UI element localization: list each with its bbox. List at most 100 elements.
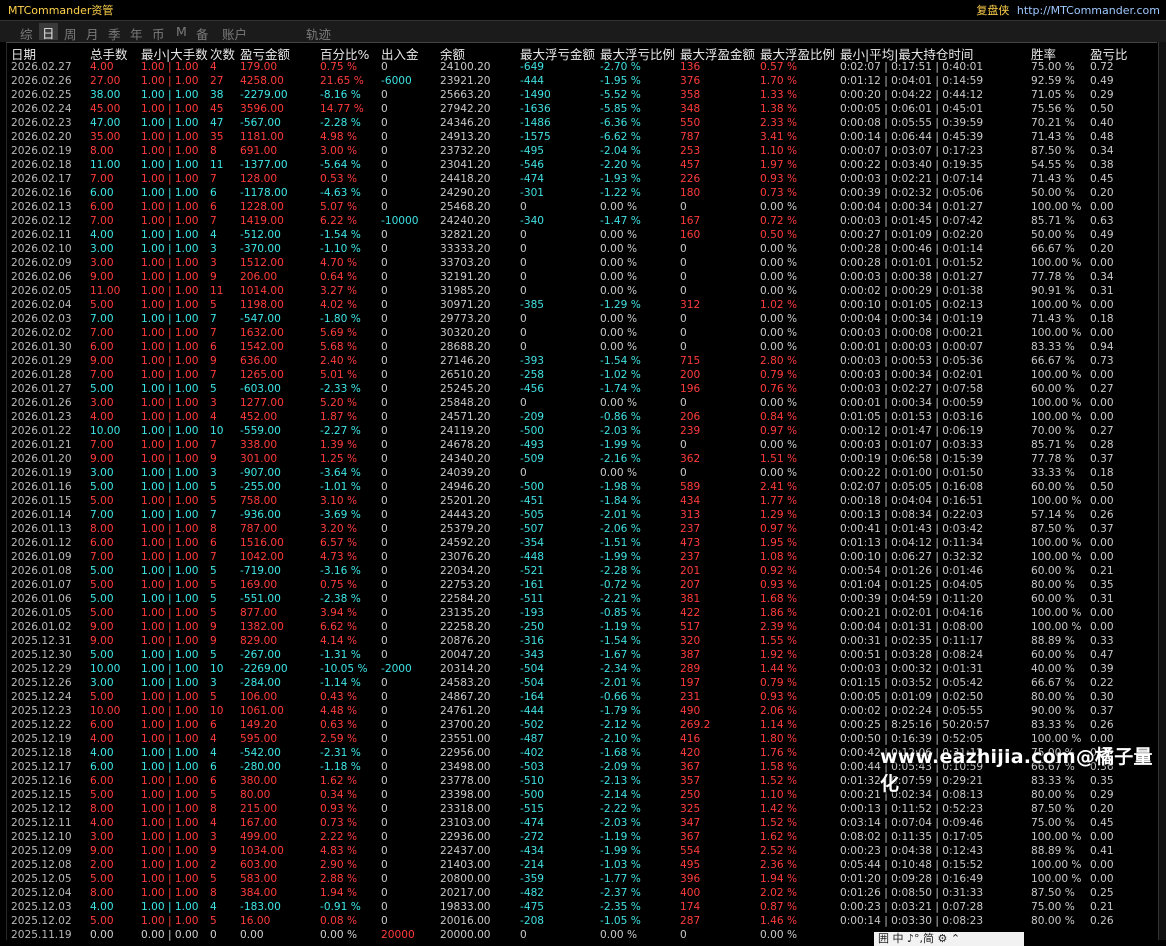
table-row[interactable]: 2026.02.24 45.00 1.00 | 1.00 45 3596.00 14.77… [7, 102, 1158, 116]
table-row[interactable]: 2025.12.26 3.00 1.00 | 1.00 3 -284.00 -1.14 %… [7, 676, 1158, 690]
cell-col-10: 715 [680, 355, 701, 367]
cell-col-9: -2.20 % [600, 159, 641, 171]
table-row[interactable]: 2026.02.11 4.00 1.00 | 1.00 4 -512.00 -1.54 %… [7, 228, 1158, 242]
table-row[interactable]: 2026.01.27 5.00 1.00 | 1.00 5 -603.00 -2.33 %… [7, 382, 1158, 396]
cell-col-14: 0.31 [1090, 285, 1114, 297]
cell-col-11: 2.52 % [760, 845, 798, 857]
table-row[interactable]: 2026.01.15 5.00 1.00 | 1.00 5 758.00 3.10 % 0 2… [7, 494, 1158, 508]
table-row[interactable]: 2026.01.12 6.00 1.00 | 1.00 6 1516.00 6.57 % 0… [7, 536, 1158, 550]
tab-5[interactable]: 年 [130, 24, 143, 43]
tab-4[interactable]: 季 [108, 24, 121, 43]
table-row[interactable]: 2026.01.07 5.00 1.00 | 1.00 5 169.00 0.75 % 0 2… [7, 578, 1158, 592]
cell-col-6: 0 [381, 775, 388, 787]
table-row[interactable]: 2026.02.06 9.00 1.00 | 1.00 9 206.00 0.64 % 0 3… [7, 270, 1158, 284]
ime-toolbar[interactable]: 囲 中 ♪°,简 ⚙ ⌃ [874, 932, 1024, 946]
cell-col-8: -1486 [520, 117, 551, 129]
cell-col-2: 1.00 | 1.00 [141, 411, 199, 423]
table-row[interactable]: 2026.02.13 6.00 1.00 | 1.00 6 1228.00 5.07 % 0… [7, 200, 1158, 214]
table-row[interactable]: 2026.01.26 3.00 1.00 | 1.00 3 1277.00 5.20 % 0… [7, 396, 1158, 410]
table-row[interactable]: 2026.01.19 3.00 1.00 | 1.00 3 -907.00 -3.64 %… [7, 466, 1158, 480]
table-row[interactable]: 2025.12.31 9.00 1.00 | 1.00 9 829.00 4.14 % 0 2… [7, 634, 1158, 648]
table-row[interactable]: 2026.02.16 6.00 1.00 | 1.00 6 -1178.00 -4.63 … [7, 186, 1158, 200]
table-row[interactable]: 2026.02.03 7.00 1.00 | 1.00 7 -547.00 -1.80 %… [7, 312, 1158, 326]
table-row[interactable]: 2026.02.09 3.00 1.00 | 1.00 3 1512.00 4.70 % 0… [7, 256, 1158, 270]
cell-col-7: 25379.20 [440, 523, 491, 535]
cell-col-3: 8 [210, 887, 217, 899]
table-header: 日期 总手数 最小|大手数 次数 盈亏金额 百分比% 出入金 余额 最大浮亏金额 最大浮亏比例 最大… [7, 43, 1158, 62]
table-row[interactable]: 2026.01.22 10.00 1.00 | 1.00 10 -559.00 -2.27… [7, 424, 1158, 438]
table-row[interactable]: 2026.01.09 7.00 1.00 | 1.00 7 1042.00 4.73 % 0… [7, 550, 1158, 564]
table-row[interactable]: 2025.12.04 8.00 1.00 | 1.00 8 384.00 1.94 % 0 2… [7, 886, 1158, 900]
cell-col-1: 7.00 [90, 215, 114, 227]
table-row[interactable]: 2026.02.05 11.00 1.00 | 1.00 11 1014.00 3.27 … [7, 284, 1158, 298]
table-row[interactable]: 2026.01.05 5.00 1.00 | 1.00 5 877.00 3.94 % 0 2… [7, 606, 1158, 620]
table-row[interactable]: 2025.12.11 4.00 1.00 | 1.00 4 167.00 0.73 % 0 2… [7, 816, 1158, 830]
tab-2[interactable]: 周 [64, 24, 77, 43]
cell-col-1: 7.00 [90, 551, 114, 563]
table-row[interactable]: 2026.02.27 4.00 1.00 | 1.00 4 179.00 0.75 % 0 2… [7, 60, 1158, 74]
cell-col-14: 0.00 [1090, 831, 1114, 843]
table-row[interactable]: 2026.02.04 5.00 1.00 | 1.00 5 1198.00 4.02 % 0… [7, 298, 1158, 312]
cell-col-7: 24290.20 [440, 187, 491, 199]
table-row[interactable]: 2026.02.17 7.00 1.00 | 1.00 7 128.00 0.53 % 0 2… [7, 172, 1158, 186]
table-row[interactable]: 2025.12.30 5.00 1.00 | 1.00 5 -267.00 -1.31 %… [7, 648, 1158, 662]
cell-col-10: 550 [680, 117, 701, 129]
tab-8[interactable]: 备 [196, 24, 209, 43]
cell-col-3: 5 [210, 383, 217, 395]
cell-col-8: -500 [520, 481, 545, 493]
table-row[interactable]: 2026.01.06 5.00 1.00 | 1.00 5 -551.00 -2.38 %… [7, 592, 1158, 606]
table-row[interactable]: 2025.12.10 3.00 1.00 | 1.00 3 499.00 2.22 % 0 2… [7, 830, 1158, 844]
table-row[interactable]: 2026.02.20 35.00 1.00 | 1.00 35 1181.00 4.98 … [7, 130, 1158, 144]
brand-url-link[interactable]: http://MTCommander.com [1017, 4, 1160, 17]
table-row[interactable]: 2026.01.30 6.00 1.00 | 1.00 6 1542.00 5.68 % 0… [7, 340, 1158, 354]
table-row[interactable]: 2025.12.22 6.00 1.00 | 1.00 6 149.20 0.63 % 0 2… [7, 718, 1158, 732]
tab-1[interactable]: 日 [39, 23, 58, 41]
table-row[interactable]: 2026.01.28 7.00 1.00 | 1.00 7 1265.00 5.01 % 0… [7, 368, 1158, 382]
table-row[interactable]: 2025.12.23 10.00 1.00 | 1.00 10 1061.00 4.48 … [7, 704, 1158, 718]
table-row[interactable]: 2026.02.19 8.00 1.00 | 1.00 8 691.00 3.00 % 0 2… [7, 144, 1158, 158]
table-row[interactable]: 2026.02.26 27.00 1.00 | 1.00 27 4258.00 21.65… [7, 74, 1158, 88]
cell-col-12: 0:01:05 | 0:01:53 | 0:03:16 [840, 411, 984, 423]
table-row[interactable]: 2026.01.20 9.00 1.00 | 1.00 9 301.00 1.25 % 0 2… [7, 452, 1158, 466]
table-row[interactable]: 2025.12.03 4.00 1.00 | 1.00 4 -183.00 -0.91 %… [7, 900, 1158, 914]
table-row[interactable]: 2025.12.09 9.00 1.00 | 1.00 9 1034.00 4.83 % 0… [7, 844, 1158, 858]
cell-col-13: 66.67 % [1031, 355, 1075, 367]
tab-10[interactable]: 轨迹 [306, 24, 331, 43]
cell-col-6: -10000 [381, 215, 419, 227]
cell-col-10: 231 [680, 691, 701, 703]
table-row[interactable]: 2026.01.14 7.00 1.00 | 1.00 7 -936.00 -3.69 %… [7, 508, 1158, 522]
table-row[interactable]: 2025.12.29 10.00 1.00 | 1.00 10 -2269.00 -10.… [7, 662, 1158, 676]
cell-col-1: 4.00 [90, 901, 114, 913]
table-row[interactable]: 2025.12.05 5.00 1.00 | 1.00 5 583.00 2.88 % 0 2… [7, 872, 1158, 886]
table-row[interactable]: 2026.02.18 11.00 1.00 | 1.00 11 -1377.00 -5.6… [7, 158, 1158, 172]
table-row[interactable]: 2026.01.02 9.00 1.00 | 1.00 9 1382.00 6.62 % 0… [7, 620, 1158, 634]
cell-col-14: 0.63 [1090, 215, 1114, 227]
vertical-scrollbar[interactable] [1158, 42, 1166, 940]
tab-6[interactable]: 币 [152, 24, 165, 43]
table-row[interactable]: 2026.02.23 47.00 1.00 | 1.00 47 -567.00 -2.28… [7, 116, 1158, 130]
cell-col-12: 0:00:02 | 0:00:29 | 0:01:38 [840, 285, 984, 297]
cell-col-0: 2025.12.22 [11, 719, 72, 731]
table-row[interactable]: 2026.02.02 7.00 1.00 | 1.00 7 1632.00 5.69 % 0… [7, 326, 1158, 340]
table-row[interactable]: 2026.02.10 3.00 1.00 | 1.00 3 -370.00 -1.10 %… [7, 242, 1158, 256]
cell-col-12: 0:00:13 | 0:08:34 | 0:22:03 [840, 509, 984, 521]
table-row[interactable]: 2026.01.21 7.00 1.00 | 1.00 7 338.00 1.39 % 0 2… [7, 438, 1158, 452]
table-row[interactable]: 2026.02.12 7.00 1.00 | 1.00 7 1419.00 6.22 % -… [7, 214, 1158, 228]
tab-3[interactable]: 月 [86, 24, 99, 43]
cell-col-2: 1.00 | 1.00 [141, 159, 199, 171]
table-row[interactable]: 2026.01.29 9.00 1.00 | 1.00 9 636.00 2.40 % 0 2… [7, 354, 1158, 368]
table-row[interactable]: 2026.02.25 38.00 1.00 | 1.00 38 -2279.00 -8.1… [7, 88, 1158, 102]
table-row[interactable]: 2026.01.08 5.00 1.00 | 1.00 5 -719.00 -3.16 %… [7, 564, 1158, 578]
table-row[interactable]: 2026.01.16 5.00 1.00 | 1.00 5 -255.00 -1.01 %… [7, 480, 1158, 494]
table-row[interactable]: 2026.01.23 4.00 1.00 | 1.00 4 452.00 1.87 % 0 2… [7, 410, 1158, 424]
table-row[interactable]: 2025.12.02 5.00 1.00 | 1.00 5 16.00 0.08 % 0 20… [7, 914, 1158, 928]
tab-0[interactable]: 综 [20, 24, 33, 43]
table-row[interactable]: 2025.12.24 5.00 1.00 | 1.00 5 106.00 0.43 % 0 2… [7, 690, 1158, 704]
tab-7[interactable]: M [176, 24, 187, 39]
table-row[interactable]: 2025.12.08 2.00 1.00 | 1.00 2 603.00 2.90 % 0 2… [7, 858, 1158, 872]
cell-col-8: -359 [520, 873, 545, 885]
tab-9[interactable]: 账户 [222, 24, 247, 43]
table-row[interactable]: 2025.12.12 8.00 1.00 | 1.00 8 215.00 0.93 % 0 2… [7, 802, 1158, 816]
cell-col-7: 23732.20 [440, 145, 491, 157]
table-row[interactable]: 2026.01.13 8.00 1.00 | 1.00 8 787.00 3.20 % 0 2… [7, 522, 1158, 536]
